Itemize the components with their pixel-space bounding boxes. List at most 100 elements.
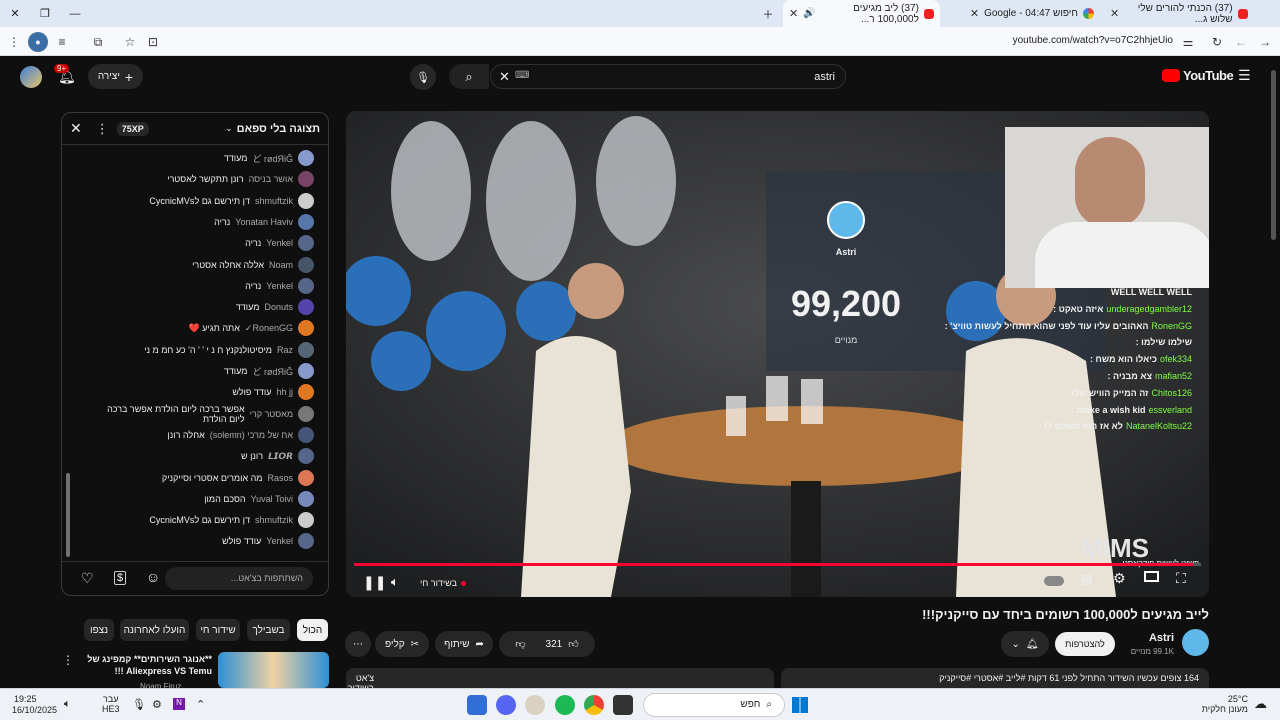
- language-indicator[interactable]: עבר HE3: [102, 694, 120, 714]
- chat-avatar[interactable]: [298, 171, 314, 188]
- tab-active[interactable]: (37) ליב מגיעים ל100,000 ר... 🔊 ✕: [783, 0, 940, 27]
- chat-author[interactable]: Raz: [277, 345, 293, 355]
- taskbar-app-chrome-icon[interactable]: [584, 695, 604, 715]
- maximize-window-icon[interactable]: ❐: [30, 0, 60, 27]
- chat-author[interactable]: אושר בניסה: [249, 174, 293, 184]
- chat-avatar[interactable]: [298, 448, 314, 465]
- subtitles-icon[interactable]: ▤: [1081, 572, 1092, 586]
- join-button[interactable]: להצטרפות: [1055, 632, 1115, 656]
- taskbar-search-box[interactable]: ⌕ חפש: [643, 693, 785, 717]
- chat-avatar[interactable]: [298, 490, 314, 507]
- chip-for-you[interactable]: בשבילך: [247, 619, 290, 641]
- search-input[interactable]: ✕ ⌨ astri: [490, 64, 846, 89]
- chat-scrollbar[interactable]: [66, 473, 70, 557]
- close-tab-icon[interactable]: ✕: [1110, 7, 1119, 20]
- like-count[interactable]: 321: [546, 639, 563, 650]
- live-chat-replay-box[interactable]: צ'אט בשידור חי: [346, 668, 774, 703]
- clip-button[interactable]: ✂ קליפ: [375, 631, 429, 657]
- search-button[interactable]: ⌕: [449, 64, 489, 89]
- progress-bar[interactable]: [354, 563, 1201, 566]
- clock-date[interactable]: 16/10/2025: [12, 705, 57, 715]
- volume-icon[interactable]: 🔈︎: [391, 574, 399, 590]
- hamburger-menu-icon[interactable]: ☰: [1238, 67, 1251, 84]
- chat-avatar[interactable]: [298, 235, 314, 252]
- pause-icon[interactable]: ❚❚: [363, 574, 386, 591]
- site-info-icon[interactable]: ⚌: [1178, 32, 1198, 52]
- clear-search-icon[interactable]: ✕: [499, 69, 510, 85]
- recommendation-title[interactable]: **אנוגר השירותים** קמפינג של Aliexpress …: [76, 653, 212, 677]
- close-chat-icon[interactable]: ✕: [70, 120, 82, 137]
- taskbar-app-notepad-icon[interactable]: [467, 695, 487, 715]
- taskbar-app-discord-icon[interactable]: [496, 695, 516, 715]
- description-box[interactable]: 164 צופים עכשיו השידור התחיל לפני 61 דקו…: [781, 668, 1209, 688]
- chat-author[interactable]: Donuts: [264, 302, 293, 312]
- account-avatar[interactable]: [20, 66, 42, 88]
- chip-all[interactable]: הכול: [297, 619, 328, 641]
- taskbar-app-explorer-icon[interactable]: [613, 695, 633, 715]
- chat-author[interactable]: shmuftzik: [255, 196, 293, 206]
- channel-avatar[interactable]: [1182, 629, 1209, 656]
- chat-author[interactable]: Yonatan Haviv: [235, 217, 293, 227]
- video-player[interactable]: Astri 99,200 מנויים WELL WELL WELL undera…: [346, 111, 1209, 597]
- chat-avatar[interactable]: [298, 341, 314, 358]
- settings-gear-icon[interactable]: ⚙: [1113, 570, 1126, 587]
- chat-avatar[interactable]: [298, 533, 314, 550]
- chip-watched[interactable]: נצפו: [84, 619, 114, 641]
- fullscreen-icon[interactable]: ⛶: [1176, 570, 1186, 587]
- bookmark-star-icon[interactable]: ☆: [120, 32, 140, 52]
- chat-more-icon[interactable]: ⋮: [96, 121, 109, 137]
- menu-kebab-icon[interactable]: ⋮: [4, 32, 24, 52]
- chat-author[interactable]: RonenGG✓: [245, 323, 293, 334]
- chat-avatar[interactable]: [298, 363, 314, 379]
- minimize-window-icon[interactable]: —: [60, 0, 90, 27]
- heart-icon[interactable]: ♡: [81, 570, 94, 587]
- chat-author[interactable]: Yenkel: [266, 536, 293, 546]
- keyboard-icon[interactable]: ⌨: [515, 70, 529, 81]
- weather-widget[interactable]: 25°C מעונן חלקית: [1198, 694, 1248, 714]
- reading-list-icon[interactable]: ≡: [52, 32, 72, 52]
- chat-mode-label[interactable]: תצוגה בלי ספאם: [237, 123, 320, 135]
- like-icon[interactable]: 👍︎: [568, 638, 578, 650]
- chat-avatar[interactable]: [298, 277, 314, 294]
- chat-avatar[interactable]: [298, 299, 314, 316]
- chat-author[interactable]: Noam: [269, 260, 293, 270]
- close-window-icon[interactable]: ✕: [0, 0, 30, 27]
- chat-avatar[interactable]: [298, 405, 314, 422]
- chat-author[interactable]: Rasos: [267, 473, 293, 483]
- chat-input[interactable]: השתתפות בצ'אט...: [165, 567, 313, 590]
- chat-avatar[interactable]: [298, 256, 314, 273]
- taskbar-app-spotify-icon[interactable]: [555, 695, 575, 715]
- back-icon[interactable]: →: [1255, 32, 1275, 52]
- clock-time[interactable]: 19:25: [14, 694, 37, 704]
- autoplay-toggle[interactable]: [1044, 576, 1064, 586]
- chat-author[interactable]: ど rødЯiĜ: [252, 365, 293, 378]
- chat-author[interactable]: Yenkel: [266, 238, 293, 248]
- emoji-icon[interactable]: ☺: [146, 569, 160, 585]
- youtube-logo[interactable]: YouTube: [1162, 68, 1234, 83]
- close-tab-icon[interactable]: ✕: [789, 7, 798, 20]
- chip-live[interactable]: שידור חי: [196, 619, 240, 641]
- vpn-icon[interactable]: ⚙: [152, 698, 162, 711]
- chat-avatar[interactable]: [298, 426, 314, 443]
- reload-icon[interactable]: ↻: [1207, 32, 1227, 52]
- more-actions-icon[interactable]: ⋯: [345, 631, 371, 657]
- chat-author[interactable]: shmuftzik: [255, 515, 293, 525]
- install-app-icon[interactable]: ⊡: [143, 32, 163, 52]
- theater-mode-icon[interactable]: [1144, 571, 1159, 582]
- new-tab-icon[interactable]: ＋: [753, 0, 783, 27]
- chat-author[interactable]: אח של מרכי (solemn): [210, 430, 293, 440]
- xp-badge[interactable]: 75XP: [116, 121, 149, 136]
- super-chat-icon[interactable]: $: [114, 571, 127, 585]
- chat-author[interactable]: hh jj: [276, 387, 293, 397]
- speaker-icon[interactable]: 🔈︎: [64, 698, 71, 711]
- windows-start-icon[interactable]: [792, 697, 808, 713]
- channel-name[interactable]: Astri: [1149, 632, 1174, 644]
- forward-icon[interactable]: ←: [1231, 32, 1251, 52]
- chat-author[interactable]: Yuval Toivi: [251, 494, 293, 504]
- chat-author[interactable]: 𝙇𝙄𝙊𝙍: [268, 451, 293, 462]
- notification-bell-button[interactable]: 🔔︎ ⌄: [1001, 631, 1049, 657]
- chat-author[interactable]: ど rødЯiĜ: [252, 152, 293, 165]
- dislike-icon[interactable]: 👎︎: [515, 638, 525, 650]
- tab-google[interactable]: חיפוש Google - 04:47 ✕: [945, 0, 1100, 27]
- onenote-icon[interactable]: N: [173, 698, 185, 710]
